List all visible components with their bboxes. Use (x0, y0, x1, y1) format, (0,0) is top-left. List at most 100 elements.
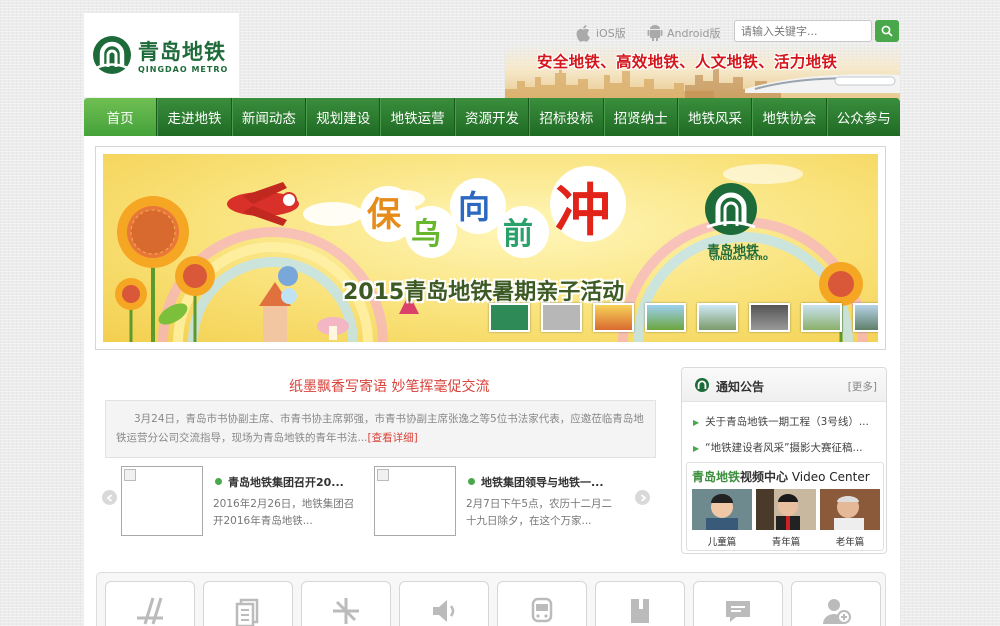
news-card-desc: 2月7日下午5点，农历十二月二十九日除夕，在这个万家... (466, 498, 613, 527)
android-label: Android版 (667, 27, 721, 40)
news-card-image[interactable] (121, 466, 203, 536)
quick-link-tile[interactable] (301, 581, 391, 626)
search-input[interactable] (734, 20, 872, 42)
video-center-title: 青岛地铁视频中心 Video Center (692, 468, 870, 485)
nav-item[interactable]: 首页 (84, 98, 158, 136)
svg-text:冲: 冲 (555, 179, 611, 244)
news-card[interactable]: 青岛地铁集团召开20... 2016年2月26日，地铁集团召开2016年青岛地铁… (121, 466, 371, 536)
video-thumbnail[interactable] (820, 489, 880, 530)
page: 青岛地铁 QINGDAO METRO iOS版 Android版 请输入关键字.… (0, 0, 1000, 626)
notice-more-link[interactable]: [更多] (848, 379, 877, 394)
banner-thumbnail[interactable] (489, 303, 530, 332)
nav-item[interactable]: 资源开发 (454, 98, 530, 136)
quick-link-tile[interactable] (595, 581, 685, 626)
android-link[interactable]: Android版 (647, 24, 721, 42)
bullet-icon: ▶ (693, 418, 700, 427)
banner-thumbnail[interactable] (593, 303, 634, 332)
intersection-icon (333, 598, 359, 624)
apple-icon (576, 25, 590, 42)
track-icon (137, 597, 163, 625)
nav-item[interactable]: 招贤纳士 (603, 98, 678, 136)
news-next-button[interactable] (635, 490, 650, 505)
metro-logo-icon (93, 36, 131, 74)
news-prev-button[interactable] (102, 490, 117, 505)
bullet-icon (468, 478, 475, 485)
banner-thumbnail[interactable] (749, 303, 790, 332)
news-card-desc: 2016年2月26日，地铁集团召开2016年青岛地铁... (213, 498, 355, 527)
news-card[interactable]: 地铁集团领导与地铁一... 2月7日下午5点，农历十二月二十九日除夕，在这个万家… (374, 466, 624, 536)
ios-label: iOS版 (596, 27, 626, 40)
notice-item[interactable]: ▶ 关于青岛地铁一期工程（3号线）... (693, 414, 869, 429)
arrow-left-icon (106, 493, 112, 502)
video-title-cn: 视频中心 (740, 470, 789, 484)
video-thumbnail[interactable] (692, 489, 752, 530)
bullet-icon: ▶ (693, 444, 700, 453)
notice-item-text: 关于青岛地铁一期工程（3号线）... (705, 416, 869, 428)
promo-banner[interactable]: 保 乌 向 前 冲 2015青岛地铁暑期亲子活动 青岛地铁 QINGDAO ME… (103, 154, 878, 342)
news-headline[interactable]: 纸墨飘香写寄语 妙笔挥毫促交流 (289, 376, 489, 396)
nav-item[interactable]: 招标投标 (529, 98, 604, 136)
logo[interactable]: 青岛地铁 QINGDAO METRO (84, 13, 239, 97)
banner-title: 2015青岛地铁暑期亲子活动 (343, 280, 625, 305)
document-icon (235, 598, 259, 626)
quick-link-tile[interactable] (497, 581, 587, 626)
quick-links-strip (96, 572, 886, 626)
speaker-icon (433, 600, 455, 622)
video-title-en: Video Center (788, 470, 870, 484)
video-label[interactable]: 老年篇 (820, 534, 880, 548)
svg-text:向: 向 (458, 188, 490, 226)
logo-en-text: QINGDAO METRO (138, 65, 229, 74)
book-icon (631, 599, 649, 623)
main-content: 保 乌 向 前 冲 2015青岛地铁暑期亲子活动 青岛地铁 QINGDAO ME… (84, 136, 900, 626)
quick-link-tile[interactable] (791, 581, 881, 626)
banner-thumbnail[interactable] (801, 303, 842, 332)
nav-item[interactable]: 新闻动态 (231, 98, 307, 136)
video-label[interactable]: 儿童篇 (692, 534, 752, 548)
quick-link-tile[interactable] (203, 581, 293, 626)
ios-link[interactable]: iOS版 (576, 24, 626, 42)
logo-cn-text: 青岛地铁 (138, 40, 226, 64)
nav-item[interactable]: 规划建设 (306, 98, 381, 136)
news-card-title[interactable]: 青岛地铁集团召开20... (228, 476, 344, 489)
news-card-title-row: 地铁集团领导与地铁一... (468, 474, 604, 490)
banner-thumbnail[interactable] (853, 303, 878, 332)
news-more-link[interactable]: [查看详细] (368, 432, 418, 444)
banner-thumbnail[interactable] (697, 303, 738, 332)
nav-item[interactable]: 走进地铁 (157, 98, 232, 136)
news-card-image[interactable] (374, 466, 456, 536)
nav-item[interactable]: 地铁风采 (677, 98, 753, 136)
notice-item[interactable]: ▶ “地铁建设者风采”摄影大赛征稿... (693, 440, 863, 455)
broken-image-icon (124, 469, 136, 481)
video-thumbnail[interactable] (756, 489, 816, 530)
banner-thumbnail[interactable] (541, 303, 582, 332)
notice-panel: 通知公告 [更多] ▶ 关于青岛地铁一期工程（3号线）... ▶ “地铁建设者风采”… (681, 367, 887, 554)
search-button[interactable] (875, 20, 899, 42)
notice-title: 通知公告 (716, 380, 765, 394)
news-card-title-row: 青岛地铁集团召开20... (215, 474, 344, 490)
nav-item[interactable]: 地铁运营 (380, 98, 455, 136)
banner-thumbnails (489, 303, 878, 332)
quick-link-tile[interactable] (105, 581, 195, 626)
slogan-text: 安全地铁、高效地铁、人文地铁、活力地铁 (537, 53, 838, 71)
quick-link-tile[interactable] (399, 581, 489, 626)
banner-thumbnail[interactable] (645, 303, 686, 332)
nav-item[interactable]: 地铁协会 (752, 98, 827, 136)
news-card-title[interactable]: 地铁集团领导与地铁一... (481, 476, 604, 489)
notice-item-text: “地铁建设者风采”摄影大赛征稿... (705, 442, 863, 454)
video-label[interactable]: 青年篇 (756, 534, 816, 548)
search-icon (881, 25, 893, 37)
nav-item[interactable]: 公众参与 (826, 98, 900, 136)
broken-image-icon (377, 469, 389, 481)
svg-text:乌: 乌 (411, 217, 441, 252)
quick-link-tile[interactable] (693, 581, 783, 626)
svg-text:保: 保 (367, 195, 402, 235)
banner-logo-en: QINGDAO METRO (710, 255, 768, 262)
svg-text:前: 前 (503, 217, 533, 252)
slogan-banner: 安全地铁、高效地铁、人文地铁、活力地铁 (505, 44, 900, 99)
arrow-right-icon (640, 493, 646, 502)
train-icon (531, 597, 553, 623)
metro-logo-icon (695, 378, 709, 392)
bullet-icon (215, 478, 222, 485)
banner-frame: 保 乌 向 前 冲 2015青岛地铁暑期亲子活动 青岛地铁 QINGDAO ME… (95, 146, 886, 350)
news-summary: 3月24日，青岛市书协副主席、市青书协主席郭强，市青书协副主席张逸之等5位书法家… (105, 400, 656, 458)
